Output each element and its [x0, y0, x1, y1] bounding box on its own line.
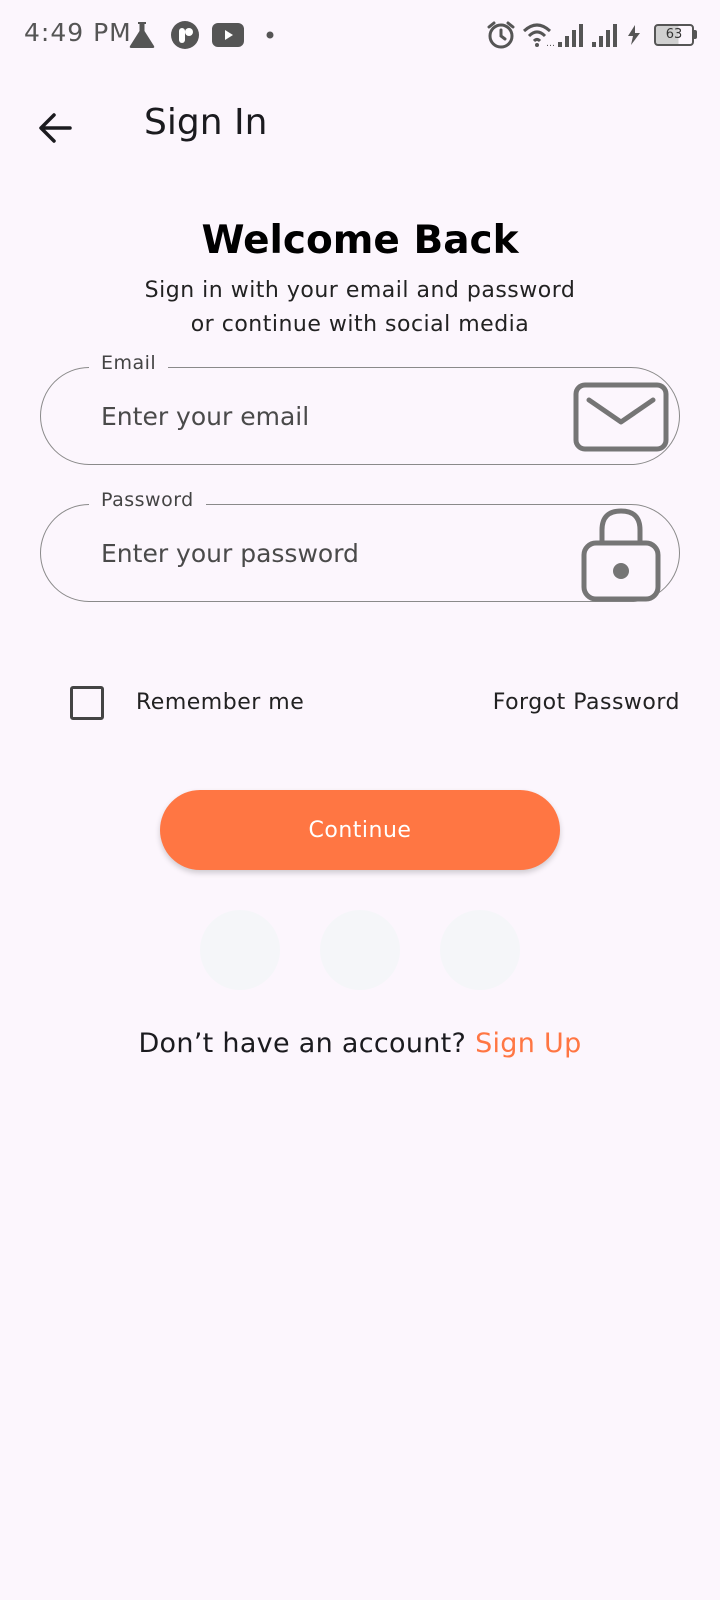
svg-text:…: …: [546, 39, 554, 48]
email-label: Email: [89, 352, 169, 374]
welcome-heading: Welcome Back: [201, 218, 519, 263]
arrow-left-icon: [39, 113, 72, 143]
social-button-1[interactable]: [200, 910, 280, 990]
signal-icon: [558, 24, 583, 47]
wifi-icon: …: [522, 23, 554, 48]
back-button[interactable]: [30, 102, 82, 154]
subtitle-line-1: Sign in with your email and password: [144, 278, 576, 303]
alarm-icon: [487, 21, 515, 49]
subtitle-line-2: or continue with social media: [190, 312, 530, 337]
battery-tip: [694, 30, 697, 39]
email-field[interactable]: Email: [40, 352, 680, 465]
charging-icon: [628, 25, 640, 45]
remember-me-checkbox[interactable]: [70, 686, 104, 720]
page-title: Sign In: [144, 102, 268, 143]
dot-icon: [266, 31, 274, 39]
social-button-2[interactable]: [320, 910, 400, 990]
password-input[interactable]: [99, 527, 563, 579]
signal-icon-2: [592, 24, 617, 47]
status-bar: 4:49 PM …: [0, 0, 720, 72]
signup-row: Don’t have an account? Sign Up: [0, 1028, 720, 1059]
lock-icon: [581, 508, 661, 602]
social-button-3[interactable]: [440, 910, 520, 990]
forgot-password-link[interactable]: Forgot Password: [493, 690, 680, 715]
mail-icon: [573, 382, 669, 452]
welcome-subtitle: Sign in with your email and password or …: [0, 274, 720, 342]
youtube-icon: [212, 23, 244, 47]
flask-icon: [129, 22, 155, 48]
signup-link[interactable]: Sign Up: [475, 1028, 581, 1059]
password-field[interactable]: Password: [40, 489, 680, 602]
email-input[interactable]: [99, 390, 563, 442]
battery-icon: 63: [654, 24, 694, 46]
remember-me-label[interactable]: Remember me: [136, 690, 304, 715]
signup-prompt: Don’t have an account?: [138, 1028, 476, 1059]
password-label: Password: [89, 489, 206, 511]
status-time: 4:49 PM: [24, 18, 132, 47]
app-badge-icon: [171, 21, 199, 49]
sign-in-screen: 4:49 PM …: [0, 0, 720, 1600]
continue-button[interactable]: Continue: [160, 790, 560, 870]
